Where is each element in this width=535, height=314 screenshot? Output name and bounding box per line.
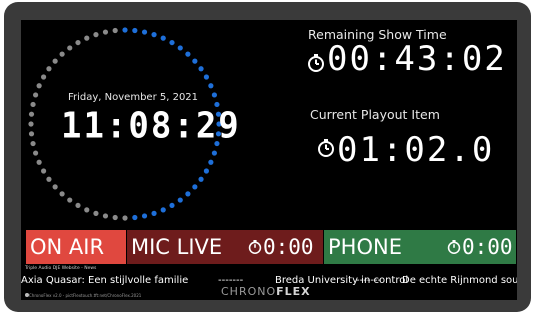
second-dot	[52, 184, 58, 190]
second-dot	[36, 83, 42, 89]
second-dot	[102, 213, 109, 219]
logo-part-2: FLEX	[276, 285, 311, 298]
current-playout-item-label: Current Playout Item	[310, 107, 440, 122]
second-dot	[52, 58, 58, 64]
stopwatch-icon	[248, 240, 262, 254]
second-dot	[185, 51, 191, 57]
stopwatch-icon	[447, 240, 461, 254]
second-dot	[169, 202, 175, 209]
ticker-item: De echte Rijnmond sound	[402, 275, 517, 286]
second-dot	[198, 176, 204, 182]
second-dot	[28, 111, 35, 117]
current-playout-item-value: 01:02.0	[337, 130, 495, 170]
second-dot	[84, 35, 90, 41]
second-dot	[93, 210, 99, 216]
on-air-label: ON AIR	[30, 235, 105, 259]
logo-part-1: CHRONO	[221, 285, 277, 298]
clock-time: 11:08:29	[61, 105, 241, 147]
second-dot	[67, 45, 73, 51]
second-dot	[122, 27, 128, 33]
second-dot	[132, 27, 138, 34]
second-dot	[203, 168, 210, 174]
second-dot	[208, 83, 214, 89]
second-dot	[211, 150, 217, 156]
second-dot	[33, 92, 39, 98]
second-dot	[40, 74, 47, 80]
second-dot	[160, 35, 166, 41]
second-dot	[84, 207, 90, 213]
second-dot	[75, 39, 81, 46]
second-dot	[208, 159, 214, 165]
second-dot	[169, 39, 175, 46]
mic-live-label: MIC LIVE	[131, 235, 223, 259]
second-dot	[59, 191, 65, 197]
second-dot	[102, 29, 109, 35]
second-dot	[36, 159, 42, 165]
second-dot	[30, 140, 36, 147]
second-dot	[75, 202, 81, 209]
second-dot	[28, 131, 35, 137]
phone-label: PHONE	[328, 235, 402, 259]
second-dot	[33, 150, 39, 156]
second-dot	[141, 29, 148, 35]
second-dot	[198, 66, 204, 72]
footer-version: ChronoFlex v2.0 - pictFlextouch.tft:net/…	[29, 293, 142, 298]
second-dot	[211, 92, 217, 98]
clock-date: Friday, November 5, 2021	[68, 92, 199, 103]
second-dot	[28, 121, 34, 127]
second-dot	[59, 51, 65, 57]
chronoflex-logo: CHRONOFLEX	[221, 285, 311, 298]
second-dot	[151, 210, 157, 216]
second-dot	[177, 197, 183, 203]
second-dot	[185, 191, 191, 197]
stopwatch-icon	[308, 54, 324, 72]
second-dot	[122, 215, 128, 221]
second-dot	[46, 66, 52, 72]
second-dot	[46, 176, 52, 182]
ticker-separator: -------	[356, 275, 382, 286]
second-dot	[192, 184, 198, 190]
second-dot	[151, 32, 157, 38]
phone-tile: PHONE 0:00	[324, 230, 516, 264]
second-dot	[40, 168, 47, 174]
second-dot	[141, 213, 148, 219]
news-source-line: Triple Audio DJE Website - News	[25, 266, 97, 271]
second-dot	[112, 214, 118, 221]
second-dot	[93, 32, 99, 38]
on-air-tile: ON AIR	[26, 230, 126, 264]
second-dot	[30, 101, 36, 108]
second-dot	[112, 27, 118, 34]
second-dot	[192, 58, 198, 64]
second-dot	[160, 207, 166, 213]
stopwatch-icon	[318, 139, 334, 157]
second-dot	[203, 74, 210, 80]
mic-live-tile: MIC LIVE 0:00	[127, 230, 323, 264]
second-dot	[132, 214, 138, 221]
phone-timer: 0:00	[462, 235, 513, 259]
mic-live-timer: 0:00	[263, 235, 314, 259]
studio-clock-screen: Friday, November 5, 2021 11:08:29 Remain…	[21, 20, 517, 300]
second-dot	[177, 45, 183, 51]
second-dot	[67, 197, 73, 203]
ticker-item: Axia Quasar: Een stijlvolle familie	[21, 275, 189, 286]
remaining-show-time-value: 00:43:02	[327, 39, 507, 79]
